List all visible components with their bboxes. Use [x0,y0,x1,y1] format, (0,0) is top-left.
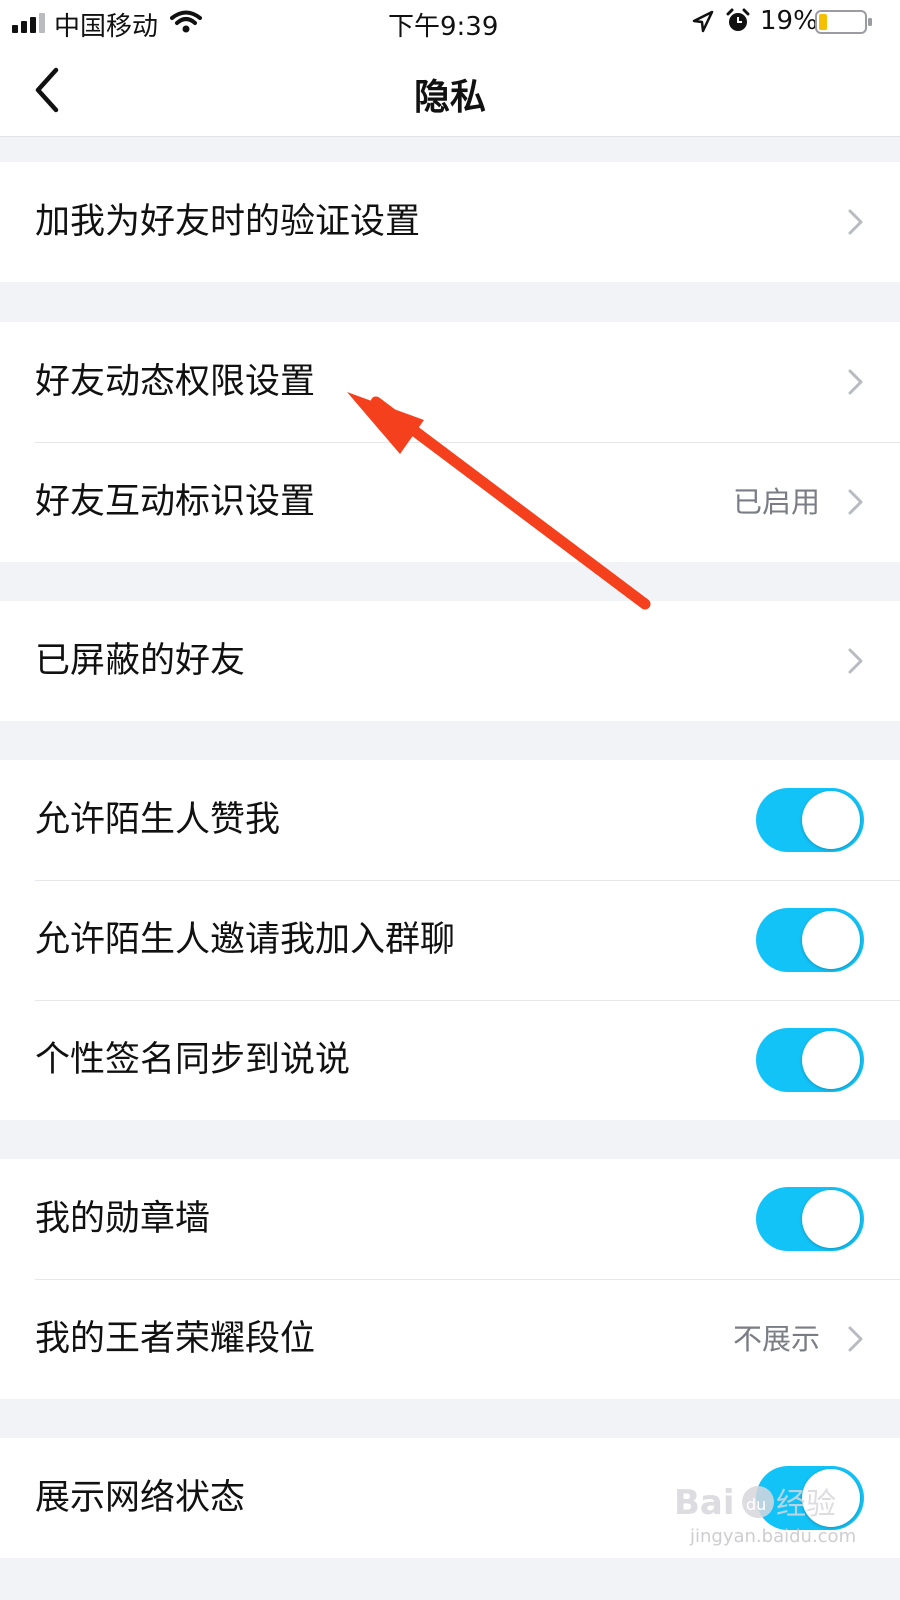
row-label: 个性签名同步到说说 [35,1040,351,1080]
toggle-knob [802,911,860,969]
row-label: 好友动态权限设置 [35,362,316,402]
honor-of-kings-rank-row[interactable]: 我的王者荣耀段位 不展示 [0,1279,900,1399]
signal-icon [12,13,45,33]
toggle-knob [802,1190,860,1248]
toggle-knob [802,1031,860,1089]
settings-group-friend-permissions: 好友动态权限设置 好友互动标识设置 已启用 [0,322,900,562]
page-title: 隐私 [413,77,486,118]
settings-group-profile-display: 我的勋章墙 我的王者荣耀段位 不展示 [0,1159,900,1399]
svg-text:du: du [746,1495,766,1514]
friend-interaction-badge-row[interactable]: 好友互动标识设置 已启用 [0,442,900,562]
row-label: 我的王者荣耀段位 [35,1319,316,1359]
row-label: 已屏蔽的好友 [35,641,246,681]
navigation-bar: 隐私 [0,46,900,137]
status-time: 下午9:39 [388,12,499,42]
chevron-right-icon [848,209,863,235]
row-value: 不展示 [732,1322,820,1356]
chevron-right-icon [848,369,863,395]
svg-text:Bai: Bai [674,1483,735,1523]
row-label: 允许陌生人赞我 [35,800,281,840]
allow-strangers-like-row: 允许陌生人赞我 [0,760,900,880]
chevron-right-icon [848,648,863,674]
toggle-knob [802,791,860,849]
row-label: 我的勋章墙 [35,1199,211,1239]
friend-verification-settings-row[interactable]: 加我为好友时的验证设置 [0,162,900,282]
battery-icon [815,10,872,34]
allow-strangers-like-toggle[interactable] [756,788,864,852]
row-label: 加我为好友时的验证设置 [35,202,421,242]
blocked-friends-row[interactable]: 已屏蔽的好友 [0,601,900,721]
signature-sync-row: 个性签名同步到说说 [0,1000,900,1120]
location-arrow-icon [692,10,714,33]
carrier-name: 中国移动 [54,12,159,42]
wifi-icon [170,10,202,33]
watermark-url: jingyan.baidu.com [690,1526,857,1547]
allow-strangers-group-invite-toggle[interactable] [756,908,864,972]
friend-feed-permission-row[interactable]: 好友动态权限设置 [0,322,900,442]
alarm-clock-icon [726,8,750,31]
row-label: 允许陌生人邀请我加入群聊 [35,920,456,960]
svg-text:经验: 经验 [776,1487,836,1522]
chevron-right-icon [848,1326,863,1352]
allow-strangers-group-invite-row: 允许陌生人邀请我加入群聊 [0,880,900,1000]
status-bar: 中国移动 下午9:39 19% [0,0,900,46]
settings-group-verification: 加我为好友时的验证设置 [0,162,900,282]
signature-sync-toggle[interactable] [756,1028,864,1092]
chevron-right-icon [848,489,863,515]
row-value: 已启用 [732,485,820,519]
medal-wall-row: 我的勋章墙 [0,1159,900,1279]
settings-group-blocked: 已屏蔽的好友 [0,601,900,721]
settings-group-strangers: 允许陌生人赞我 允许陌生人邀请我加入群聊 个性签名同步到说说 [0,760,900,1120]
medal-wall-toggle[interactable] [756,1187,864,1251]
row-label: 展示网络状态 [35,1478,246,1518]
battery-percent: 19% [760,6,818,36]
row-label: 好友互动标识设置 [35,482,316,522]
